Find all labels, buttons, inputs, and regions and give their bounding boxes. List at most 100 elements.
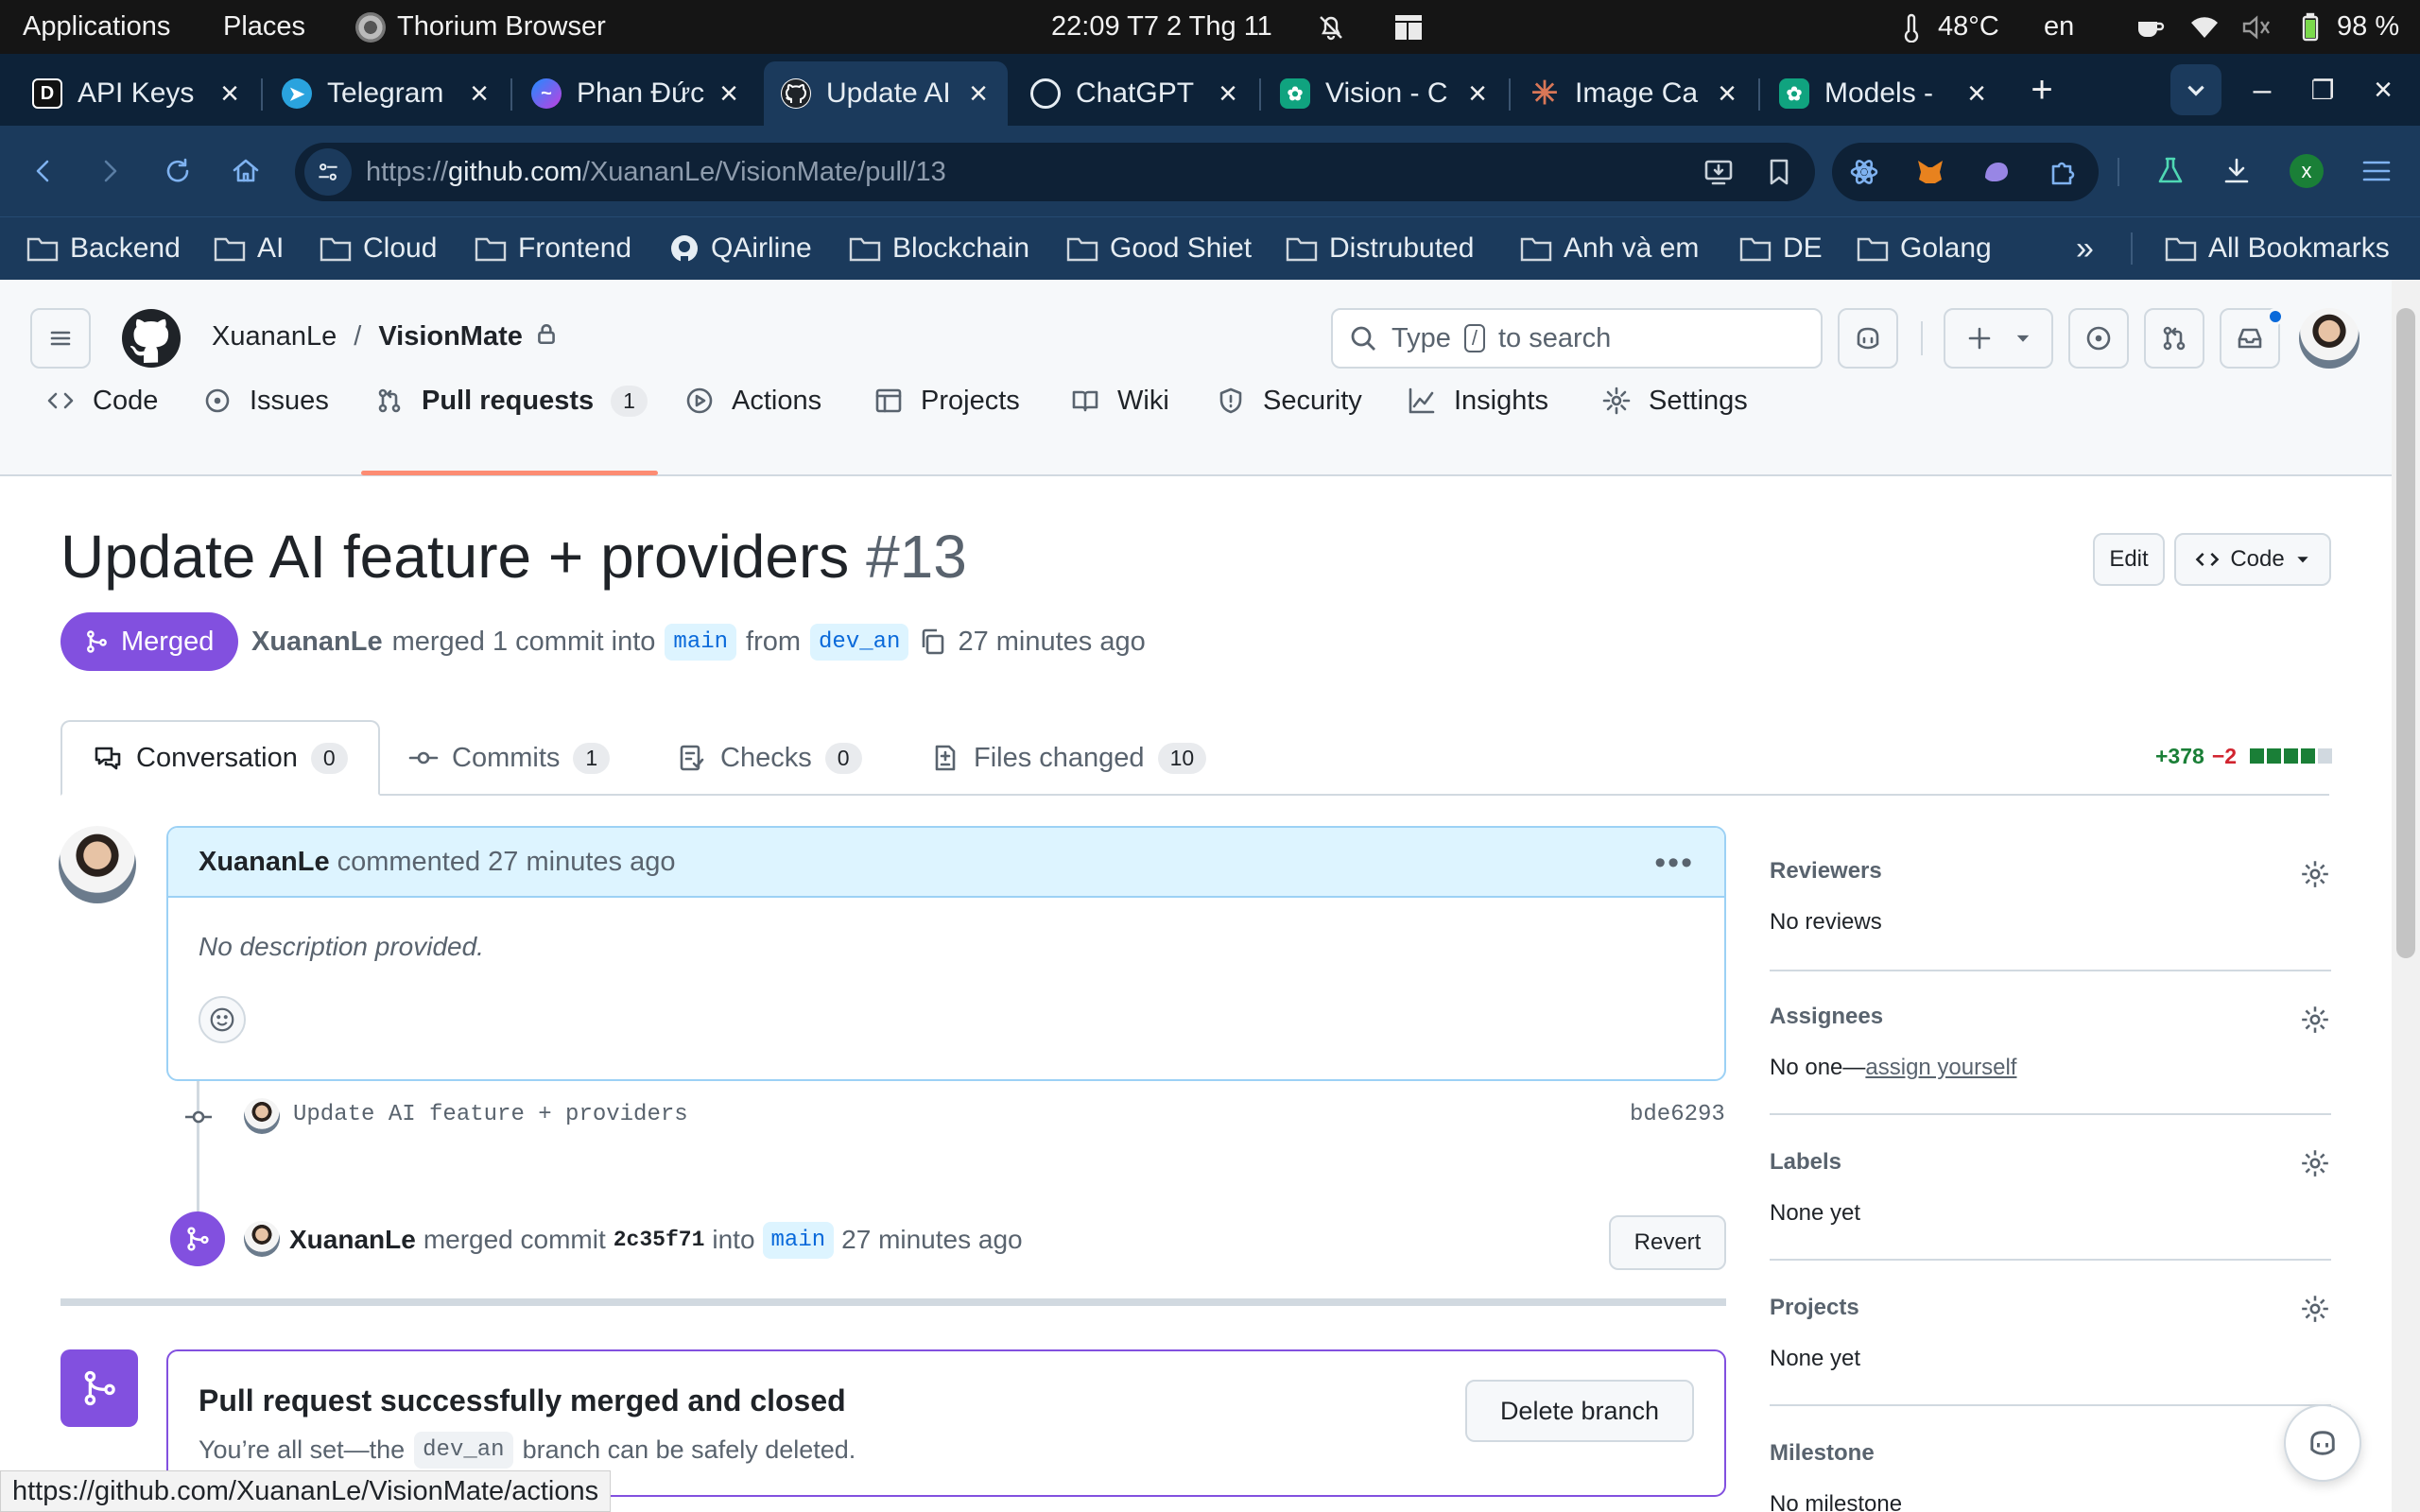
close-tab-icon[interactable]: × — [1465, 76, 1490, 112]
tab-issues[interactable]: Issues — [202, 370, 329, 431]
head-branch[interactable]: dev_an — [810, 623, 909, 661]
commit-author-avatar[interactable] — [244, 1098, 280, 1134]
commit-message-link[interactable]: Update AI feature + providers — [293, 1102, 688, 1127]
close-window-button[interactable]: × — [2360, 61, 2407, 118]
merge-target-branch[interactable]: main — [762, 1221, 835, 1259]
tab-settings[interactable]: Settings — [1601, 370, 1748, 431]
ghost-extension[interactable] — [1972, 147, 2021, 197]
bookmark-folder[interactable]: Good Shiet — [1066, 217, 1252, 280]
battery[interactable]: 98 % — [2295, 0, 2399, 54]
tab-code[interactable]: Code — [45, 370, 158, 431]
wifi-icon[interactable] — [2189, 0, 2220, 54]
page-scrollbar-thumb[interactable] — [2396, 308, 2415, 958]
tab-checks[interactable]: Checks 0 — [677, 720, 862, 796]
edit-title-button[interactable]: Edit — [2093, 533, 2165, 586]
browser-menu-button[interactable] — [2352, 146, 2401, 196]
bookmark-folder[interactable]: Frontend — [475, 217, 631, 280]
merger-link[interactable]: XuananLe — [289, 1225, 416, 1255]
applications-menu[interactable]: Applications — [23, 0, 170, 54]
commit-sha-link[interactable]: bde6293 — [1630, 1102, 1725, 1127]
revert-button[interactable]: Revert — [1609, 1215, 1726, 1270]
repo-owner-link[interactable]: XuananLe — [212, 321, 337, 352]
coffee-icon[interactable] — [2135, 0, 2165, 54]
bookmark-link[interactable]: QAirline — [669, 217, 812, 280]
merge-commit-sha-link[interactable]: 2c35f71 — [614, 1228, 705, 1252]
gear-icon[interactable] — [2299, 1147, 2331, 1179]
tab-files-changed[interactable]: Files changed 10 — [930, 720, 1207, 796]
github-logo-icon[interactable] — [121, 308, 182, 369]
delete-branch-button[interactable]: Delete branch — [1465, 1380, 1694, 1442]
profile-button[interactable]: x — [2282, 146, 2331, 196]
base-branch[interactable]: main — [665, 623, 737, 661]
tab-pull-request[interactable]: Update AI × — [764, 61, 1008, 126]
notifications-muted-icon[interactable] — [1316, 0, 1346, 54]
close-tab-icon[interactable]: × — [217, 76, 242, 112]
bookmark-folder[interactable]: Cloud — [320, 217, 437, 280]
gear-icon[interactable] — [2299, 858, 2331, 890]
copy-icon[interactable] — [918, 627, 948, 657]
metamask-extension[interactable] — [1906, 147, 1955, 197]
clock[interactable]: 22:09 T7 2 Thg 11 — [1051, 0, 1272, 54]
issues-button[interactable] — [2068, 308, 2129, 369]
temperature[interactable]: 48°C — [1896, 0, 1999, 54]
new-tab-button[interactable]: + — [2015, 61, 2068, 118]
add-reaction-button[interactable] — [199, 996, 246, 1043]
close-tab-icon[interactable]: × — [1715, 76, 1739, 112]
close-tab-icon[interactable]: × — [467, 76, 492, 112]
tab-models[interactable]: ✿ Models - × — [1762, 61, 2006, 126]
keyboard-layout[interactable]: en — [2044, 0, 2074, 54]
site-info-button[interactable] — [304, 148, 352, 196]
labs-button[interactable] — [2146, 146, 2195, 196]
gear-icon[interactable] — [2299, 1293, 2331, 1325]
code-dropdown-button[interactable]: Code — [2174, 533, 2331, 586]
tab-search-button[interactable] — [2170, 64, 2221, 115]
volume-muted-icon[interactable] — [2240, 0, 2271, 54]
bookmark-folder[interactable]: Backend — [26, 217, 181, 280]
tab-pull-requests[interactable]: Pull requests 1 — [374, 370, 648, 431]
react-devtools-extension[interactable] — [1840, 147, 1889, 197]
tab-vision[interactable]: ✿ Vision - C × — [1263, 61, 1507, 126]
close-tab-icon[interactable]: × — [1216, 76, 1240, 112]
all-bookmarks-button[interactable]: All Bookmarks — [2165, 217, 2390, 280]
tab-projects[interactable]: Projects — [873, 370, 1020, 431]
downloads-button[interactable] — [2212, 146, 2261, 196]
open-navigation-button[interactable] — [30, 308, 91, 369]
tab-telegram[interactable]: ➤ Telegram × — [265, 61, 509, 126]
back-button[interactable] — [19, 146, 68, 196]
tab-image-caption[interactable]: ✳ Image Ca × — [1512, 61, 1756, 126]
repo-name-link[interactable]: VisionMate — [378, 321, 523, 352]
tab-insights[interactable]: Insights — [1407, 370, 1548, 431]
close-tab-icon[interactable]: × — [1964, 76, 1989, 112]
restore-button[interactable]: ❐ — [2299, 61, 2346, 118]
bookmark-folder[interactable]: Distrubuted — [1286, 217, 1474, 280]
author-link[interactable]: XuananLe — [251, 627, 383, 658]
pull-requests-button[interactable] — [2144, 308, 2204, 369]
minimize-button[interactable]: – — [2238, 61, 2286, 118]
create-new-button[interactable] — [1944, 308, 2053, 369]
window-layout-icon[interactable] — [1393, 0, 1424, 54]
tab-actions[interactable]: Actions — [684, 370, 821, 431]
bookmark-folder[interactable]: Anh và em — [1520, 217, 1699, 280]
extensions-button[interactable] — [2038, 147, 2087, 197]
places-menu[interactable]: Places — [223, 0, 305, 54]
assign-yourself-link[interactable]: assign yourself — [1865, 1055, 2016, 1080]
bookmarks-overflow-button[interactable]: » — [2076, 217, 2094, 280]
search-input[interactable]: Type / to search — [1331, 308, 1823, 369]
install-app-button[interactable] — [1694, 147, 1743, 197]
comment-author-avatar[interactable] — [59, 826, 136, 903]
tab-security[interactable]: Security — [1216, 370, 1362, 431]
bookmark-folder[interactable]: AI — [214, 217, 284, 280]
tab-wiki[interactable]: Wiki — [1070, 370, 1169, 431]
bookmark-star-button[interactable] — [1754, 147, 1804, 197]
address-bar[interactable]: https://github.com/XuananLe/VisionMate/p… — [295, 143, 1815, 201]
merger-avatar[interactable] — [244, 1221, 280, 1257]
tab-api-keys[interactable]: D API Keys × — [15, 61, 259, 126]
tab-chatgpt[interactable]: ChatGPT × — [1013, 61, 1257, 126]
bookmark-folder[interactable]: Golang — [1857, 217, 1992, 280]
close-tab-icon[interactable]: × — [717, 76, 741, 112]
home-button[interactable] — [221, 146, 270, 196]
gear-icon[interactable] — [2299, 1004, 2331, 1036]
forward-button[interactable] — [85, 146, 134, 196]
bookmark-folder[interactable]: DE — [1739, 217, 1823, 280]
tab-conversation[interactable]: Conversation 0 — [60, 720, 380, 796]
